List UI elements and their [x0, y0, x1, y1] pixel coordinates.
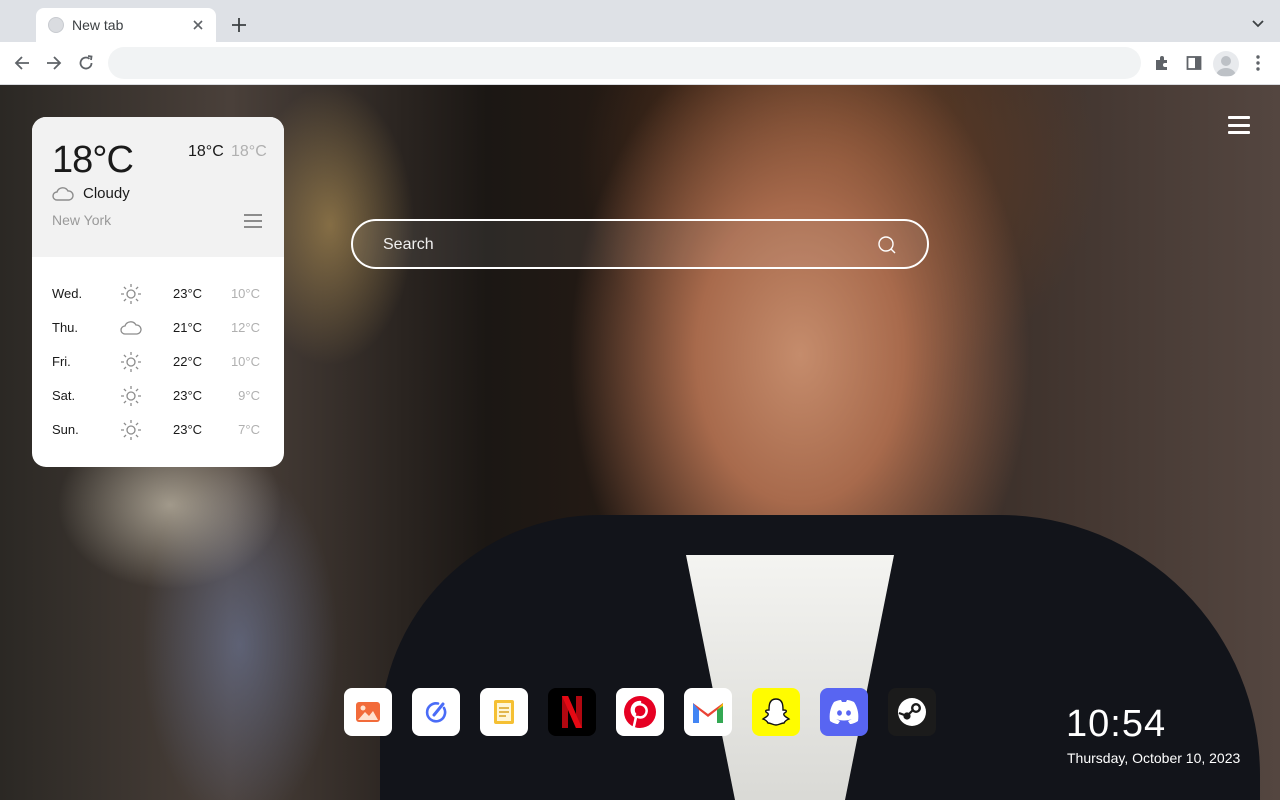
forecast-row: Sat. 23°C 9°C [32, 379, 284, 413]
forecast-high: 23°C [173, 388, 203, 403]
photo-gallery-icon [355, 701, 381, 723]
reload-button[interactable] [75, 52, 97, 74]
check-pen-icon [423, 699, 449, 725]
cloud-icon [52, 187, 74, 201]
forecast-day: Fri. [52, 354, 71, 369]
current-temperature: 18°C [52, 139, 134, 181]
steam-logo-icon [896, 696, 928, 728]
forecast-high: 23°C [173, 422, 203, 437]
forecast-row: Thu. 21°C 12°C [32, 311, 284, 345]
netflix-logo-icon [561, 695, 583, 729]
forward-arrow-icon [47, 56, 62, 70]
gmail-logo-icon [691, 699, 725, 725]
weather-widget[interactable]: 18°C 18°C 18°C Cloudy New York Wed. 23°C 1… [32, 117, 284, 467]
extensions-puzzle-icon [1156, 56, 1167, 70]
forecast-day: Sun. [52, 422, 79, 437]
forecast-low: 10°C [230, 354, 260, 369]
search-box[interactable] [351, 219, 929, 269]
list-icon[interactable] [244, 214, 262, 228]
sun-icon [120, 351, 142, 373]
side-panel-button[interactable] [1183, 52, 1205, 74]
shortcut-steam[interactable] [888, 688, 936, 736]
profile-avatar[interactable] [1213, 51, 1239, 77]
forecast-row: Fri. 22°C 10°C [32, 345, 284, 379]
shortcuts-dock [344, 688, 956, 736]
snapchat-ghost-icon [760, 696, 792, 728]
weather-condition: Cloudy [83, 185, 130, 202]
forward-button[interactable] [43, 52, 65, 74]
forecast-day: Wed. [52, 286, 83, 301]
browser-toolbar [0, 42, 1280, 85]
forecast-low: 9°C [238, 388, 260, 403]
forecast-low: 10°C [230, 286, 260, 301]
forecast-low: 12°C [230, 320, 260, 335]
forecast-low: 7°C [238, 422, 260, 437]
back-button[interactable] [11, 52, 33, 74]
shortcut-discord[interactable] [820, 688, 868, 736]
sun-icon [120, 385, 142, 407]
discord-logo-icon [827, 699, 861, 725]
shortcut-snapchat[interactable] [752, 688, 800, 736]
reload-icon [79, 55, 93, 70]
forecast-day: Thu. [52, 320, 79, 335]
close-icon[interactable] [190, 17, 206, 33]
extensions-button[interactable] [1151, 52, 1173, 74]
forecast-day: Sat. [52, 388, 76, 403]
new-tab-page: 18°C 18°C 18°C Cloudy New York Wed. 23°C 1… [0, 85, 1280, 800]
kebab-menu-icon [1256, 55, 1260, 71]
forecast-list: Wed. 23°C 10°C Thu. 21°C 12°C Fri. 22°C 10°C Sat.… [32, 277, 284, 447]
tab-search-button[interactable] [1248, 14, 1268, 34]
hamburger-menu-icon[interactable] [1228, 116, 1250, 134]
shortcut-gmail[interactable] [684, 688, 732, 736]
search-icon[interactable] [877, 235, 897, 255]
forecast-high: 21°C [173, 320, 203, 335]
shortcut-notes[interactable] [480, 688, 528, 736]
tab-title: New tab [72, 17, 124, 33]
new-tab-button[interactable] [228, 14, 250, 36]
today-low: 18°C [231, 143, 267, 160]
browser-menu-button[interactable] [1247, 52, 1269, 74]
side-panel-icon [1186, 56, 1202, 70]
pinterest-logo-icon [623, 695, 657, 729]
shortcut-photos[interactable] [344, 688, 392, 736]
address-bar[interactable] [108, 47, 1141, 79]
clock-date: Thursday, October 10, 2023 [1067, 750, 1241, 766]
default-globe-icon [48, 17, 64, 33]
tab-new-tab[interactable]: New tab [36, 8, 216, 42]
notes-icon [493, 699, 515, 725]
tab-strip: New tab [0, 0, 1280, 42]
shortcut-pinterest[interactable] [616, 688, 664, 736]
forecast-row: Wed. 23°C 10°C [32, 277, 284, 311]
shortcut-netflix[interactable] [548, 688, 596, 736]
back-arrow-icon [14, 56, 29, 70]
plus-icon [232, 18, 246, 32]
weather-current: 18°C 18°C 18°C Cloudy New York [32, 117, 284, 257]
forecast-high: 23°C [173, 286, 203, 301]
clock-time: 10:54 [1066, 703, 1167, 745]
sun-icon [120, 419, 142, 441]
cloud-icon [120, 317, 142, 339]
forecast-row: Sun. 23°C 7°C [32, 413, 284, 447]
today-high: 18°C [188, 143, 224, 160]
forecast-high: 22°C [173, 354, 203, 369]
weather-city: New York [52, 212, 112, 228]
sun-icon [120, 283, 142, 305]
search-input[interactable] [383, 233, 853, 257]
shortcut-tasks[interactable] [412, 688, 460, 736]
chevron-down-icon [1252, 20, 1264, 28]
